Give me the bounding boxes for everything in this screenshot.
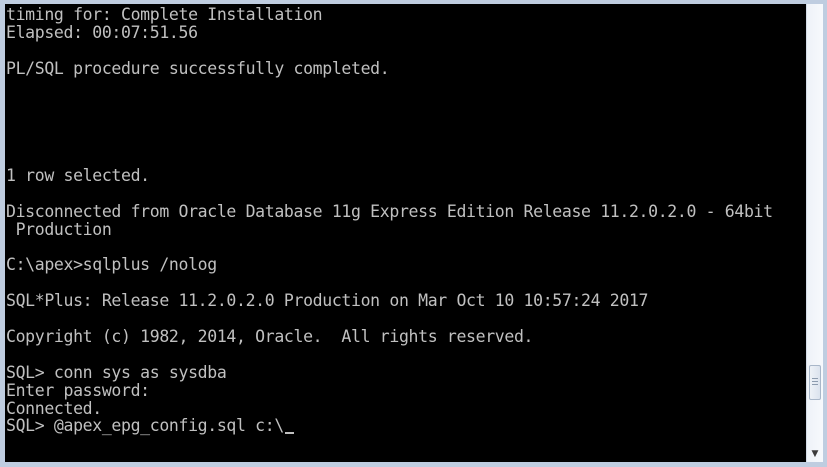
terminal-text: timing for: Complete Installation Elapsed…: [5, 4, 806, 435]
scrollbar-grip-line: [812, 381, 818, 382]
terminal-line: Elapsed: 00:07:51.56: [6, 22, 198, 42]
terminal-line: 1 row selected.: [6, 166, 150, 186]
vertical-scrollbar[interactable]: ▼: [806, 4, 823, 462]
terminal-line: C:\apex>sqlplus /nolog: [6, 255, 217, 275]
terminal-output-area[interactable]: timing for: Complete Installation Elapsed…: [5, 4, 806, 462]
scrollbar-grip-line: [812, 384, 818, 385]
scrollbar-thumb[interactable]: [809, 365, 821, 400]
command-prompt-window: timing for: Complete Installation Elapsed…: [0, 0, 827, 467]
window-bottom-border: [0, 462, 827, 467]
terminal-line: SQL> @apex_epg_config.sql c:\: [6, 417, 806, 435]
terminal-line: Disconnected from Oracle Database 11g Ex…: [6, 201, 773, 221]
chevron-down-icon[interactable]: ▼: [807, 446, 823, 462]
terminal-prompt-line: SQL> @apex_epg_config.sql c:\: [6, 416, 284, 436]
terminal-line: SQL> conn sys as sysdba: [6, 362, 227, 382]
terminal-line: Connected.: [6, 398, 102, 418]
text-cursor: [284, 432, 294, 435]
terminal-line: Enter password:: [6, 380, 150, 400]
terminal-line: timing for: Complete Installation: [6, 5, 323, 24]
window-right-border: [823, 0, 827, 467]
terminal-line: Production: [6, 219, 112, 239]
terminal-line: PL/SQL procedure successfully completed.: [6, 58, 390, 78]
terminal-line: SQL*Plus: Release 11.2.0.2.0 Production …: [6, 291, 649, 311]
scrollbar-grip-line: [812, 378, 818, 379]
terminal-line: Copyright (c) 1982, 2014, Oracle. All ri…: [6, 327, 534, 347]
